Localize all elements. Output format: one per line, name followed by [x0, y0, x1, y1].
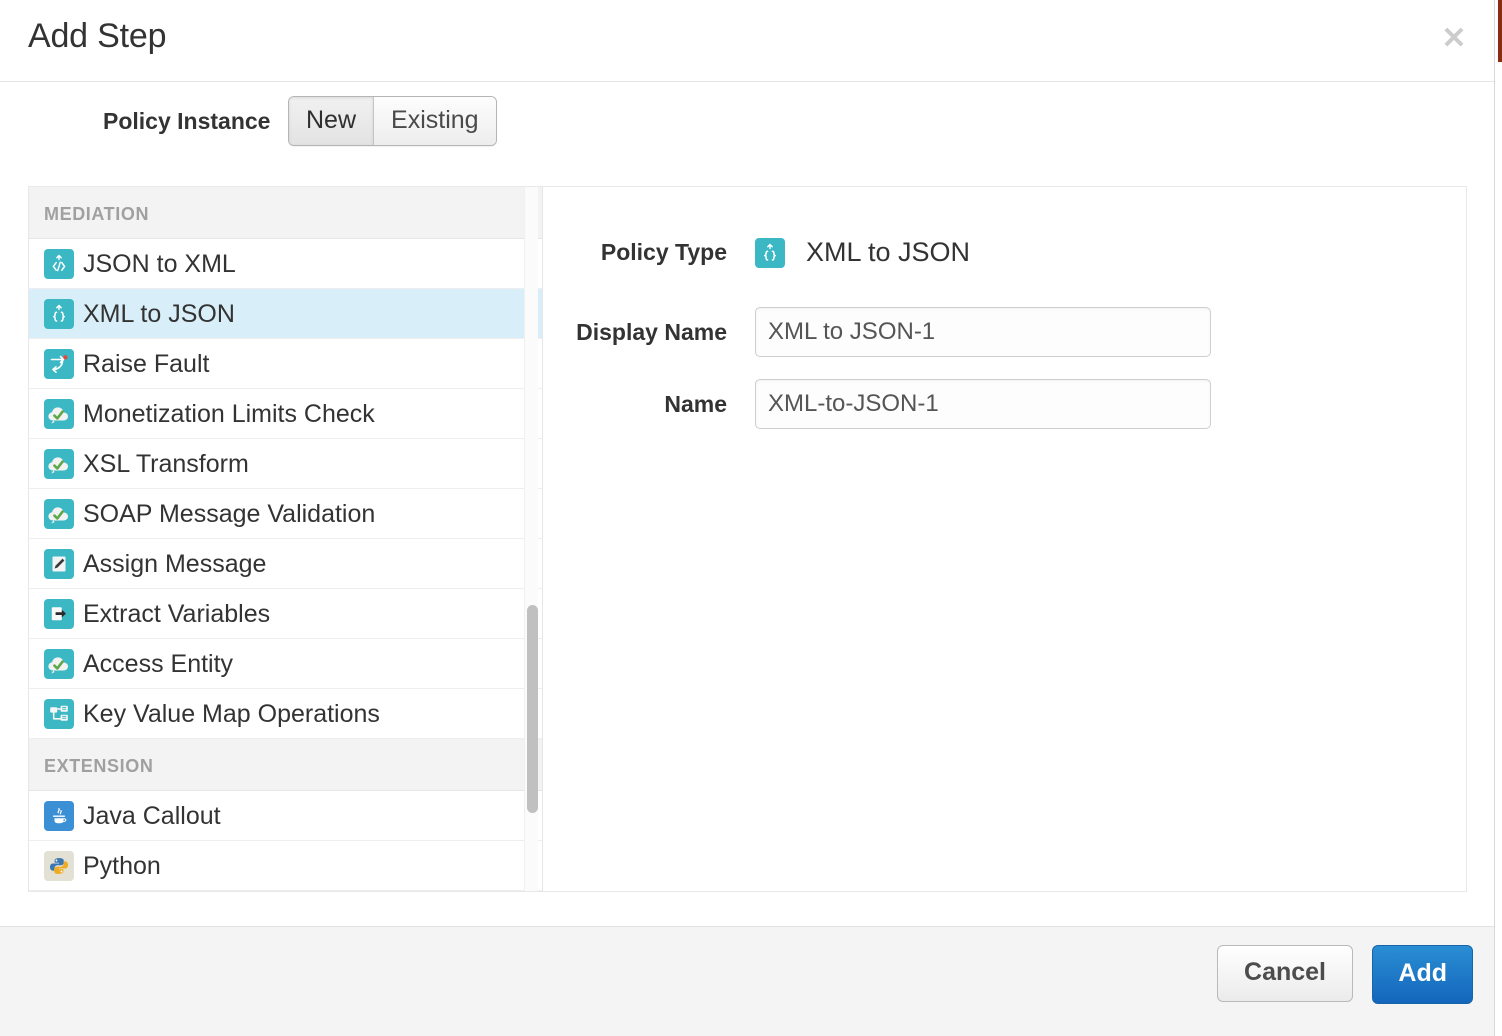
- policy-list-item-label: Key Value Map Operations: [83, 701, 380, 727]
- policy-list[interactable]: MEDIATION JSON to XML XML to JSON Raise Fau…: [29, 187, 542, 891]
- policy-list-item-label: Raise Fault: [83, 351, 209, 377]
- cloud-check-icon: [44, 449, 74, 479]
- policy-instance-toggle[interactable]: New Existing: [288, 96, 497, 146]
- curly-braces-icon: [44, 299, 74, 329]
- display-name-row: Display Name: [543, 307, 1211, 357]
- policy-list-scrollbar[interactable]: [524, 187, 538, 891]
- policy-list-item-label: Assign Message: [83, 551, 266, 577]
- cloud-check-icon: [44, 399, 74, 429]
- dialog-header: Add Step ✕: [0, 0, 1495, 82]
- window-right-edge: [1494, 0, 1502, 1036]
- policy-list-item[interactable]: Access Entity: [29, 639, 542, 689]
- section-header: EXTENSION: [29, 739, 542, 791]
- policy-instance-label: Policy Instance: [103, 108, 270, 135]
- policy-list-item-label: SOAP Message Validation: [83, 501, 375, 527]
- display-name-label: Display Name: [543, 319, 755, 346]
- cancel-button[interactable]: Cancel: [1217, 945, 1353, 1002]
- policy-list-item[interactable]: Assign Message: [29, 539, 542, 589]
- policy-list-item-label: Monetization Limits Check: [83, 401, 375, 427]
- policy-instance-row: Policy Instance New Existing: [0, 82, 1495, 186]
- raise-fault-arrow-icon: [44, 349, 74, 379]
- window-accent-strip: [1498, 0, 1502, 62]
- policy-list-item[interactable]: XML to JSON: [29, 289, 542, 339]
- policy-list-item-label: Access Entity: [83, 651, 233, 677]
- policy-list-item[interactable]: Raise Fault: [29, 339, 542, 389]
- python-logo-icon: [44, 851, 74, 881]
- policy-list-item-label: Extract Variables: [83, 601, 270, 627]
- dialog-body: MEDIATION JSON to XML XML to JSON Raise Fau…: [28, 186, 1467, 892]
- key-value-map-icon: [44, 699, 74, 729]
- policy-detail-panel: Policy Type XML to JSON Display Name: [543, 187, 1466, 891]
- code-brackets-icon: [44, 249, 74, 279]
- name-input[interactable]: [755, 379, 1211, 429]
- policy-list-item[interactable]: JSON to XML: [29, 239, 542, 289]
- policy-instance-option-existing[interactable]: Existing: [373, 97, 496, 145]
- section-header: MEDIATION: [29, 187, 542, 239]
- policy-list-panel: MEDIATION JSON to XML XML to JSON Raise Fau…: [29, 187, 543, 891]
- policy-list-item-label: JSON to XML: [83, 251, 236, 277]
- policy-instance-option-new[interactable]: New: [289, 97, 373, 145]
- policy-list-item[interactable]: SOAP Message Validation: [29, 489, 542, 539]
- policy-list-item-label: XML to JSON: [83, 301, 235, 327]
- name-row: Name: [543, 379, 1211, 429]
- cloud-check-icon: [44, 499, 74, 529]
- policy-type-label: Policy Type: [543, 239, 755, 266]
- policy-list-item[interactable]: Java Callout: [29, 791, 542, 841]
- policy-list-item-label: Java Callout: [83, 803, 221, 829]
- policy-list-item-label: XSL Transform: [83, 451, 249, 477]
- policy-type-name: XML to JSON: [806, 237, 970, 268]
- cloud-check-icon: [44, 649, 74, 679]
- policy-list-item[interactable]: Key Value Map Operations: [29, 689, 542, 739]
- scrollbar-thumb[interactable]: [527, 605, 538, 813]
- policy-list-item-label: Python: [83, 853, 161, 879]
- policy-list-item[interactable]: Python: [29, 841, 542, 891]
- curly-braces-icon: [755, 238, 785, 268]
- dialog-footer: Cancel Add: [0, 926, 1495, 1036]
- policy-list-item[interactable]: XSL Transform: [29, 439, 542, 489]
- display-name-input[interactable]: [755, 307, 1211, 357]
- policy-list-item[interactable]: Monetization Limits Check: [29, 389, 542, 439]
- document-arrow-icon: [44, 599, 74, 629]
- add-button[interactable]: Add: [1372, 945, 1473, 1004]
- name-label: Name: [543, 391, 755, 418]
- close-icon[interactable]: ✕: [1437, 22, 1471, 56]
- page-title: Add Step: [28, 17, 166, 56]
- policy-type-row: Policy Type XML to JSON: [543, 237, 970, 268]
- policy-type-value: XML to JSON: [755, 237, 970, 268]
- pencil-document-icon: [44, 549, 74, 579]
- policy-list-item[interactable]: Extract Variables: [29, 589, 542, 639]
- java-coffee-cup-icon: [44, 801, 74, 831]
- add-step-dialog: Add Step ✕ Policy Instance New Existing …: [0, 0, 1495, 1036]
